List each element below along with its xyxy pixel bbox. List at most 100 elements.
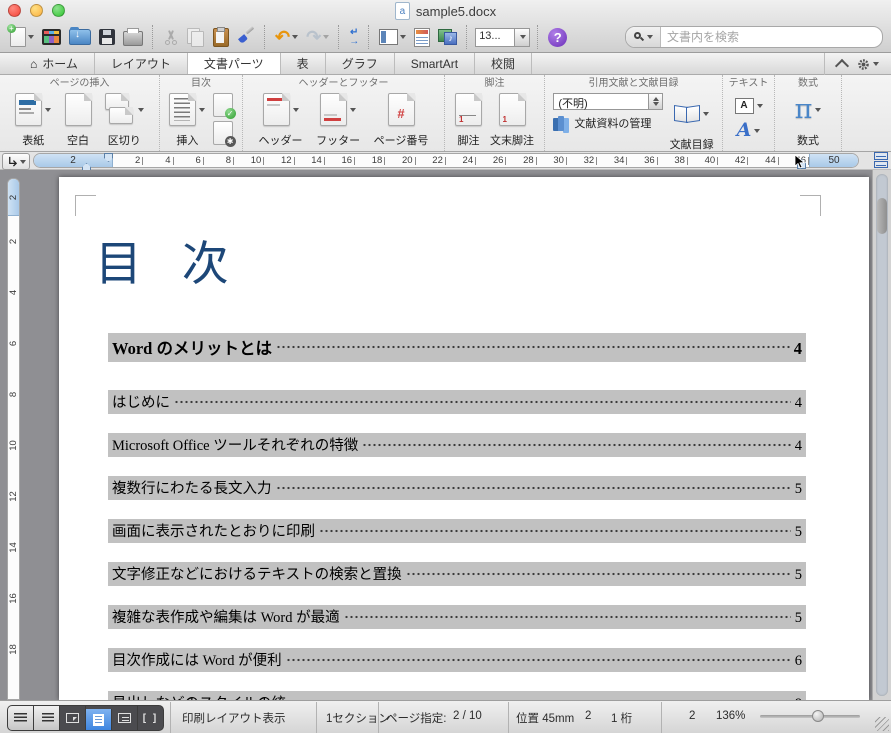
ruler-number: 18 xyxy=(355,154,386,167)
zoom-slider[interactable] xyxy=(760,710,860,722)
help-button[interactable]: ? xyxy=(546,24,569,50)
ribbon-tab[interactable]: ⌂ レイアウト xyxy=(95,53,188,74)
scrollbar-track[interactable] xyxy=(876,174,888,696)
chevron-down-icon[interactable] xyxy=(28,35,34,39)
toc-entry[interactable]: Word のメリットとは 4 xyxy=(108,333,806,362)
chevron-down-icon xyxy=(292,107,299,112)
toc-update-button[interactable]: ✓ xyxy=(212,93,236,119)
focus-view-button[interactable]: [ ] xyxy=(138,706,163,730)
cover-page-button[interactable]: 表紙 xyxy=(15,90,52,149)
zoom-slider-thumb[interactable] xyxy=(812,710,824,722)
horizontal-ruler[interactable]: 2 2 4 6 8 10 12 14 16 18 20 22 24 26 28 30 32 34 36 38 40 42… xyxy=(33,153,859,168)
page-indicator-label: ページ指定: xyxy=(386,713,447,725)
citation-style-select[interactable]: (不明) xyxy=(553,93,664,110)
ribbon-tab[interactable]: ⌂ 文書パーツ xyxy=(186,53,281,74)
stepper-icon[interactable] xyxy=(649,93,664,110)
ribbon-tab[interactable]: ⌂ 校閲 xyxy=(475,53,533,74)
document-page[interactable]: 目 次 Word のメリットとは 4 はじめに 4 Microsoft Offi… xyxy=(59,177,869,700)
print-layout-button[interactable] xyxy=(86,709,112,730)
gallery-button[interactable] xyxy=(40,24,63,50)
toc-entry[interactable]: 画面に表示されたとおりに印刷 5 xyxy=(108,519,806,543)
toc-entry-text: 複数行にわたる長文入力 xyxy=(112,481,272,497)
bibliography-button[interactable]: 文献目録 xyxy=(670,90,714,153)
equation-button[interactable]: π 数式 xyxy=(795,90,822,149)
chevron-down-icon xyxy=(873,62,879,66)
resize-grip[interactable] xyxy=(875,717,889,731)
outline-view-button[interactable] xyxy=(34,706,60,730)
toolbar-separator xyxy=(537,25,539,49)
toc-entry[interactable]: 目次作成には Word が便利 6 xyxy=(108,648,806,672)
endnote-button[interactable]: 1 文末脚注 xyxy=(490,90,534,149)
blank-page-icon xyxy=(64,93,92,126)
ruler-number: 24 xyxy=(446,154,477,167)
text-box-button[interactable]: A xyxy=(734,97,763,114)
save-button[interactable] xyxy=(97,24,117,50)
toc-dot-leader xyxy=(275,345,790,349)
zoom-percentage[interactable]: 136% xyxy=(716,710,745,722)
footnote-button[interactable]: 1 脚注 xyxy=(455,90,482,149)
manage-sources-button[interactable]: 文献資料の管理 xyxy=(553,115,663,131)
chevron-down-icon xyxy=(703,112,710,116)
ruler-split-icon[interactable] xyxy=(874,152,888,168)
document-proxy-icon[interactable]: a xyxy=(394,2,410,20)
page-indicator-value[interactable]: 2 / 10 xyxy=(453,710,482,722)
wordart-button[interactable]: A xyxy=(737,121,761,140)
toc-dot-leader xyxy=(174,399,791,404)
header-button[interactable]: ヘッダー xyxy=(259,90,303,149)
show-formatting-marks-button[interactable]: ↵ → xyxy=(347,24,361,50)
endnote-icon: 1 xyxy=(498,93,526,126)
document-heading[interactable]: 目 次 xyxy=(95,225,243,294)
draft-view-button[interactable] xyxy=(8,706,34,730)
footer-icon xyxy=(320,93,348,126)
toc-entry[interactable]: 複雑な表作成や編集は Word が最適 5 xyxy=(108,605,806,629)
zoom-combobox[interactable]: 13... xyxy=(475,27,531,47)
print-button[interactable] xyxy=(121,24,145,50)
notebook-layout-button[interactable] xyxy=(112,706,138,730)
vertical-scrollbar[interactable] xyxy=(872,170,891,700)
help-icon: ? xyxy=(548,27,568,47)
zoom-dropdown-button[interactable] xyxy=(515,27,531,47)
search-field[interactable] xyxy=(625,26,883,48)
chevron-down-icon xyxy=(756,103,763,108)
collapse-ribbon-icon[interactable] xyxy=(834,58,850,73)
toc-entry[interactable]: 見出しなどのスタイルの統一 8 xyxy=(108,691,806,700)
ribbon-tab[interactable]: ⌂ 表 xyxy=(281,53,326,74)
text-box-icon: A xyxy=(734,97,754,114)
column-indicator: 1 桁 xyxy=(611,713,633,725)
document-elements-button[interactable] xyxy=(412,24,432,50)
toc-entry-text: Word のメリットとは xyxy=(112,339,272,358)
page-break-button[interactable]: 区切り xyxy=(104,90,144,149)
toc-entry[interactable]: 文字修正などにおけるテキストの検索と置換 5 xyxy=(108,562,806,586)
format-painter-button[interactable] xyxy=(235,24,257,50)
toc-options-button[interactable]: ✱ xyxy=(212,121,236,147)
toc-entry[interactable]: はじめに 4 xyxy=(108,390,806,414)
media-browser-button[interactable]: ♪ xyxy=(436,24,459,50)
tab-stop-selector[interactable] xyxy=(2,153,30,170)
ribbon-tab[interactable]: ⌂ SmartArt xyxy=(395,53,476,74)
new-document-button[interactable]: + xyxy=(7,24,36,50)
search-scope-button[interactable] xyxy=(626,27,661,47)
toc-insert-button[interactable]: 挿入 xyxy=(169,90,206,149)
chevron-down-icon[interactable] xyxy=(400,35,407,39)
open-button[interactable] xyxy=(67,24,93,50)
print-layout-icon xyxy=(93,713,104,726)
toc-entry[interactable]: 複数行にわたる長文入力 5 xyxy=(108,476,806,500)
publishing-layout-button[interactable] xyxy=(60,706,86,730)
paste-button[interactable] xyxy=(211,24,231,50)
ribbon-settings-button[interactable] xyxy=(857,58,879,71)
undo-button[interactable]: ↶ xyxy=(273,24,300,50)
blank-page-button[interactable]: 空白 xyxy=(64,90,92,149)
vertical-ruler[interactable]: 2 2 4 6 8 10 12 14 16 18 xyxy=(7,178,20,700)
page-number-button[interactable]: # ページ番号 xyxy=(374,90,428,149)
ribbon-tab[interactable]: ⌂ ホーム xyxy=(14,53,95,74)
view-mode-buttons: [ ] xyxy=(7,705,164,731)
toc-entry[interactable]: Microsoft Office ツールそれぞれの特徴 4 xyxy=(108,433,806,457)
search-input[interactable] xyxy=(661,30,882,44)
view-selector-button[interactable] xyxy=(377,24,408,50)
scrollbar-thumb[interactable] xyxy=(877,198,887,234)
chevron-down-icon[interactable] xyxy=(292,35,299,39)
footer-button[interactable]: フッター xyxy=(316,90,360,149)
ribbon-tab[interactable]: ⌂ グラフ xyxy=(326,53,395,74)
zoom-value[interactable]: 13... xyxy=(475,27,516,47)
ruler-number: 8 xyxy=(8,391,19,398)
